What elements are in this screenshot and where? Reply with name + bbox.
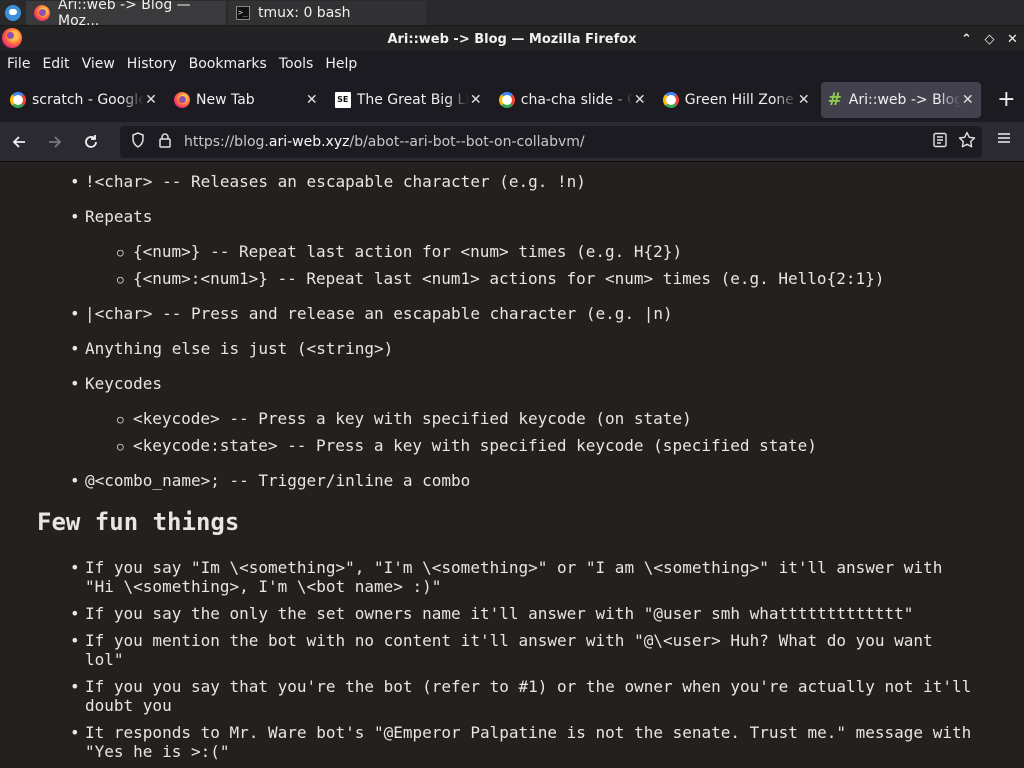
- section-heading: Few fun things: [37, 508, 240, 536]
- close-tab-icon[interactable]: ✕: [305, 92, 319, 108]
- tab-new-tab[interactable]: New Tab ✕: [168, 82, 325, 118]
- tab-scratch[interactable]: scratch - Google ✕: [4, 82, 164, 118]
- list-item-text: |<char> -- Press and release an escapabl…: [85, 304, 673, 323]
- close-tab-icon[interactable]: ✕: [469, 92, 483, 108]
- menu-help[interactable]: Help: [325, 56, 357, 72]
- forward-button[interactable]: [38, 125, 72, 159]
- sub-list-item: ○ {<num>:<num1>} -- Repeat last <num1> ac…: [117, 269, 885, 288]
- tracking-protection-icon[interactable]: [128, 132, 148, 152]
- list-item-text: If you say "Im \<something>", "I'm \<som…: [85, 558, 943, 596]
- tab-great-big-list[interactable]: SE The Great Big Li ✕: [329, 82, 489, 118]
- url-text[interactable]: https://blog.ari-web.xyz/b/abot--ari-bot…: [184, 134, 585, 150]
- app-launcher[interactable]: [0, 0, 26, 26]
- firefox-icon: [34, 4, 50, 21]
- google-icon: [662, 91, 679, 108]
- reload-button[interactable]: [74, 125, 108, 159]
- reload-icon: [85, 134, 97, 148]
- menu-history[interactable]: History: [127, 56, 177, 72]
- close-tab-icon[interactable]: ✕: [633, 92, 647, 108]
- list-item: • Anything else is just (<string>): [70, 339, 394, 358]
- tab-cha-cha-slide[interactable]: cha-cha slide - G ✕: [493, 82, 653, 118]
- list-item-text: Keycodes: [85, 374, 163, 393]
- back-button[interactable]: [2, 125, 36, 159]
- list-item: • Repeats: [70, 207, 153, 226]
- se-icon: SE: [334, 91, 351, 108]
- tab-label: scratch - Google: [32, 91, 144, 108]
- hash-icon: #: [827, 89, 842, 110]
- firefox-icon: [174, 91, 190, 108]
- launcher-icon: [5, 4, 21, 21]
- url-host: ari-web.xyz: [268, 134, 350, 150]
- window-titlebar: Ari::web -> Blog — Mozilla Firefox ⌃ ◇ ✕: [0, 27, 1024, 51]
- list-item-text: !<char> -- Releases an escapable charact…: [85, 172, 586, 191]
- google-icon: [10, 91, 26, 108]
- list-item: • @<combo_name>; -- Trigger/inline a comb…: [70, 471, 471, 490]
- list-item-text: Anything else is just (<string>): [85, 339, 394, 358]
- list-item: • If you mention the bot with no content …: [70, 631, 933, 669]
- url-path: /b/abot--ari-bot--bot-on-collabvm/: [349, 134, 585, 150]
- list-item: • |<char> -- Press and release an escapab…: [70, 304, 673, 323]
- list-item-text: Repeats: [85, 207, 153, 226]
- sub-list-item: ○ {<num>} -- Repeat last action for <num>…: [117, 242, 683, 261]
- list-item-text: {<num>} -- Repeat last action for <num> …: [133, 242, 683, 261]
- sub-list-item: ○ <keycode:state> -- Press a key with spe…: [117, 436, 817, 455]
- list-item-text: @<combo_name>; -- Trigger/inline a combo: [85, 471, 471, 490]
- close-tab-icon[interactable]: ✕: [144, 92, 158, 108]
- navigation-bar: https://blog.ari-web.xyz/b/abot--ari-bot…: [0, 122, 1024, 162]
- list-item: • Keycodes: [70, 374, 163, 393]
- list-item-text: <keycode:state> -- Press a key with spec…: [133, 436, 817, 455]
- google-icon: [498, 91, 515, 108]
- taskbar-item-label: Ari::web -> Blog — Moz...: [58, 0, 191, 29]
- sub-list-item: ○ <keycode> -- Press a key with specified…: [117, 409, 692, 428]
- bookmark-star-icon[interactable]: [958, 131, 976, 153]
- new-tab-button[interactable]: +: [989, 82, 1024, 118]
- close-tab-icon[interactable]: ✕: [961, 92, 975, 108]
- menu-file[interactable]: File: [7, 56, 30, 72]
- list-item-text: {<num>:<num1>} -- Repeat last <num1> act…: [133, 269, 885, 288]
- list-item: • It responds to Mr. Ware bot's "@Emperor…: [70, 723, 972, 761]
- menubar: File Edit View History Bookmarks Tools H…: [0, 51, 1024, 77]
- list-item-text: If you you say that you're the bot (refe…: [85, 677, 972, 715]
- list-item: • If you you say that you're the bot (ref…: [70, 677, 972, 715]
- forward-arrow-icon: [49, 135, 62, 148]
- list-item-text: <keycode> -- Press a key with specified …: [133, 409, 692, 428]
- list-item-text: It responds to Mr. Ware bot's "@Emperor …: [85, 723, 972, 761]
- taskbar-item-label: tmux: 0 bash: [258, 4, 351, 21]
- menu-edit[interactable]: Edit: [42, 56, 69, 72]
- minimize-button[interactable]: ⌃: [955, 32, 978, 47]
- lock-icon[interactable]: [156, 132, 174, 152]
- reader-view-icon[interactable]: [932, 132, 948, 152]
- page-content: • !<char> -- Releases an escapable charac…: [0, 162, 1024, 768]
- taskbar: Ari::web -> Blog — Moz... >_ tmux: 0 bas…: [0, 0, 1024, 29]
- list-item-text: If you say the only the set owners name …: [85, 604, 914, 623]
- list-item: • If you say the only the set owners name…: [70, 604, 914, 623]
- tab-ari-web-blog[interactable]: # Ari::web -> Blog ✕: [820, 81, 981, 118]
- tab-label: cha-cha slide - G: [520, 91, 633, 108]
- terminal-icon: >_: [236, 5, 250, 20]
- url-bar[interactable]: https://blog.ari-web.xyz/b/abot--ari-bot…: [120, 126, 982, 158]
- close-window-button[interactable]: ✕: [1001, 32, 1024, 47]
- menu-view[interactable]: View: [82, 56, 115, 72]
- list-item: • If you say "Im \<something>", "I'm \<so…: [70, 558, 943, 596]
- tab-label: New Tab: [196, 91, 255, 108]
- taskbar-item-terminal[interactable]: >_ tmux: 0 bash: [228, 0, 426, 25]
- window-title: Ari::web -> Blog — Mozilla Firefox: [387, 31, 637, 47]
- tab-label: Green Hill Zone -: [684, 91, 797, 108]
- taskbar-item-firefox[interactable]: Ari::web -> Blog — Moz...: [26, 0, 226, 29]
- tab-label: The Great Big Li: [356, 91, 469, 108]
- menu-tools[interactable]: Tools: [279, 56, 314, 72]
- list-item: • !<char> -- Releases an escapable charac…: [70, 172, 586, 191]
- tab-label: Ari::web -> Blog: [848, 91, 961, 108]
- firefox-icon: [2, 28, 22, 48]
- url-scheme: https://blog.: [184, 134, 269, 150]
- back-arrow-icon: [12, 135, 25, 148]
- list-item-text: If you mention the bot with no content i…: [85, 631, 933, 669]
- tab-strip: scratch - Google ✕ New Tab ✕ SE The Grea…: [0, 77, 1024, 122]
- tab-green-hill-zone[interactable]: Green Hill Zone - ✕: [657, 82, 817, 118]
- close-tab-icon[interactable]: ✕: [797, 92, 811, 108]
- hamburger-menu-icon[interactable]: [996, 130, 1012, 151]
- menu-bookmarks[interactable]: Bookmarks: [189, 56, 267, 72]
- restore-button[interactable]: ◇: [978, 32, 1001, 47]
